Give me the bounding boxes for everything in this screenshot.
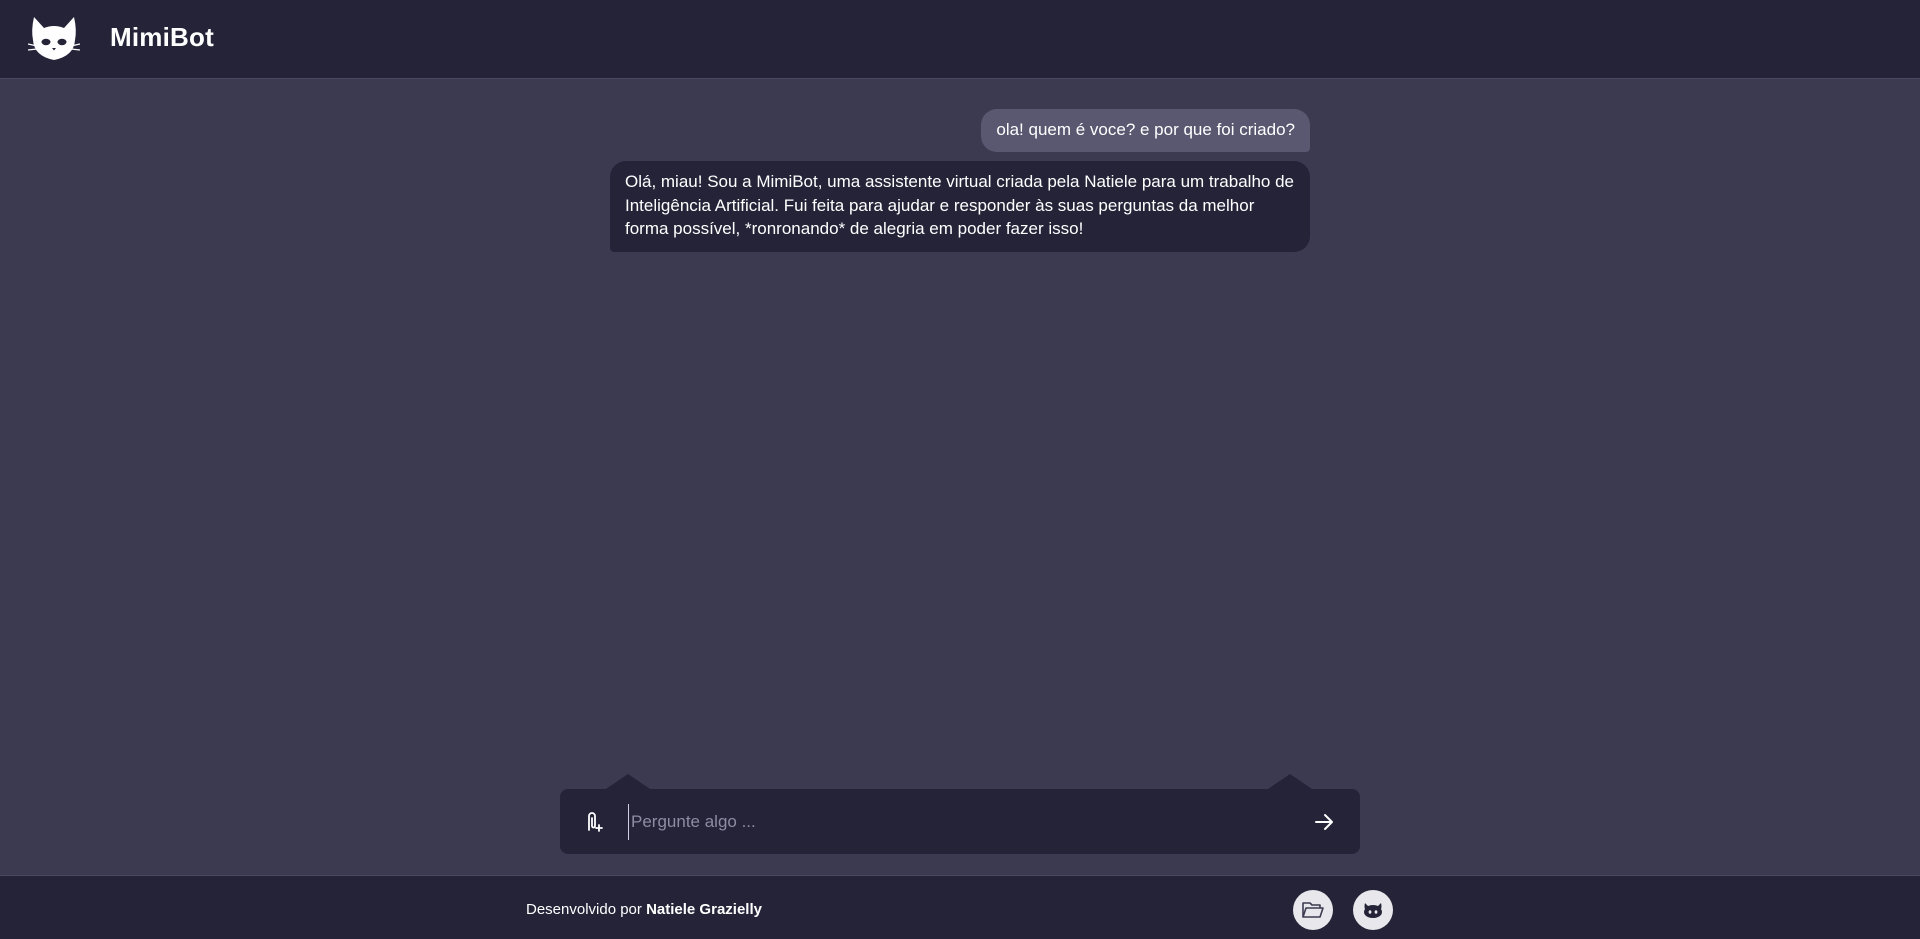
chat-area: ola! quem é voce? e por que foi criado? … — [0, 80, 1920, 875]
input-notch-left — [606, 774, 650, 789]
credit-prefix: Desenvolvido por — [526, 901, 642, 918]
github-icon[interactable] — [1353, 890, 1393, 930]
developer-credit: Desenvolvido por Natiele Grazielly — [526, 901, 762, 918]
credit-name[interactable]: Natiele Grazielly — [646, 901, 762, 918]
user-message: ola! quem é voce? e por que foi criado? — [981, 109, 1310, 152]
message-input[interactable] — [628, 804, 1288, 840]
message-composer — [560, 789, 1360, 854]
folder-open-icon[interactable] — [1293, 890, 1333, 930]
app-footer: Desenvolvido por Natiele Grazielly — [0, 875, 1920, 939]
cat-face-icon — [27, 14, 81, 64]
arrow-right-icon[interactable] — [1310, 808, 1338, 836]
app-header: MimiBot — [0, 0, 1920, 79]
app-title: MimiBot — [110, 22, 214, 52]
input-notch-right — [1268, 774, 1312, 789]
paperclip-plus-icon[interactable] — [580, 808, 608, 836]
bot-message: Olá, miau! Sou a MimiBot, uma assistente… — [610, 161, 1310, 252]
